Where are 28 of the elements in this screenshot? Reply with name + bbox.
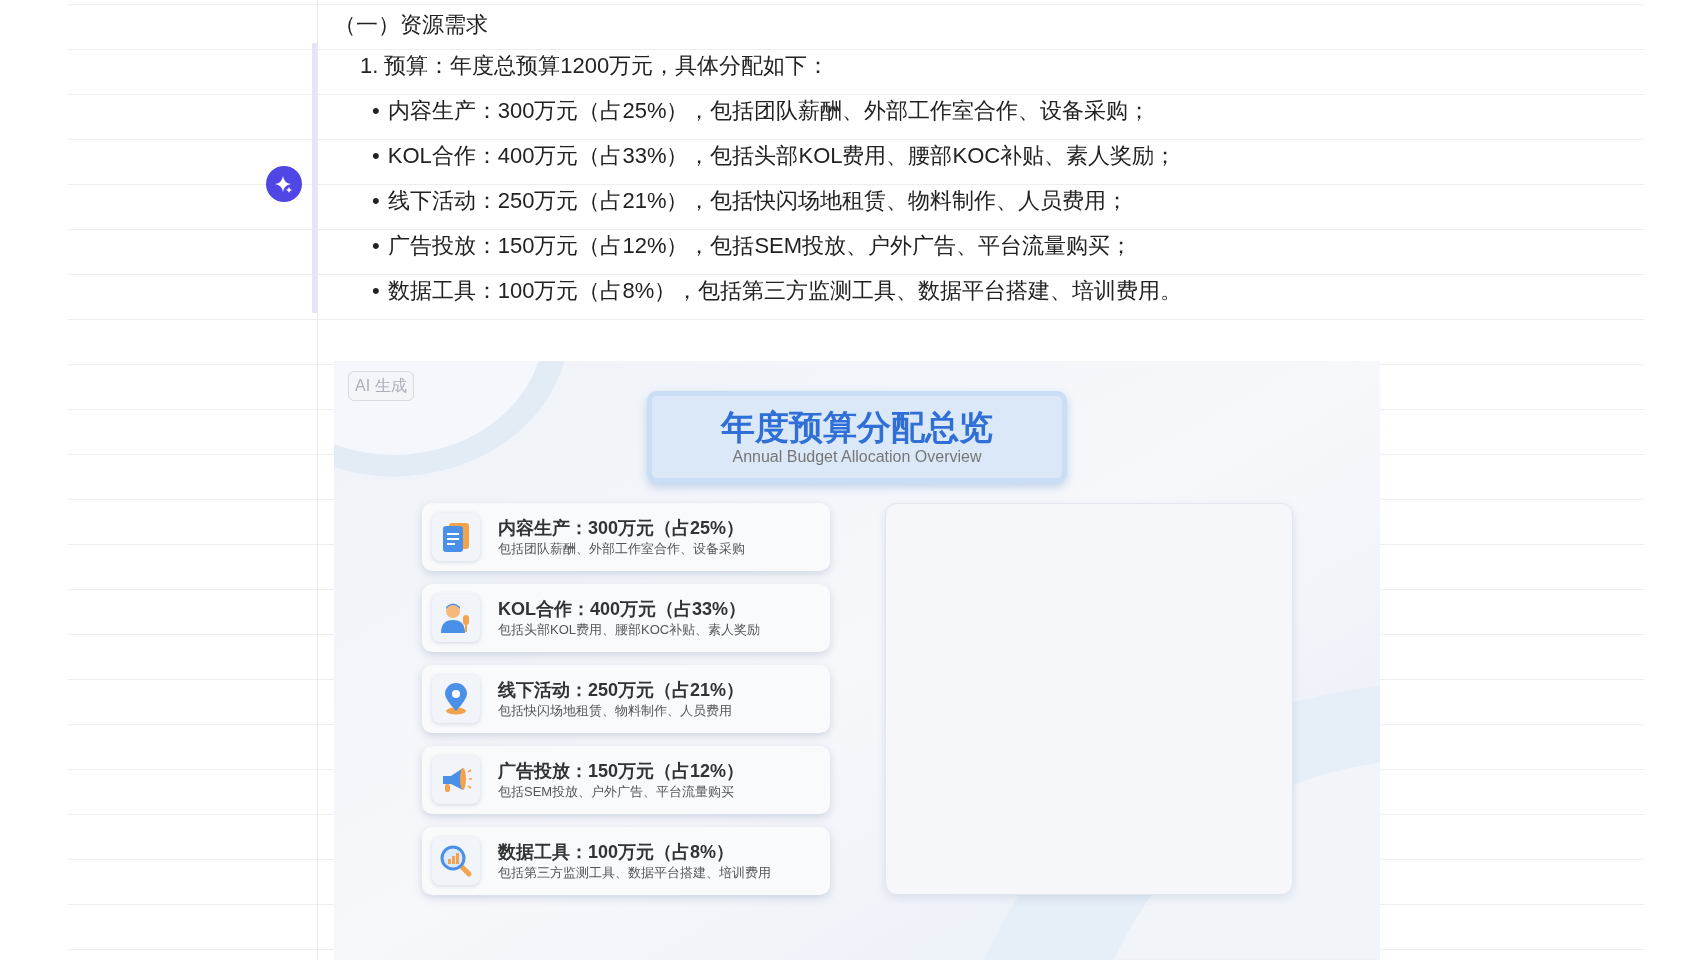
- card-description: 包括SEM投放、户外广告、平台流量购买: [498, 783, 736, 802]
- list-number: 1.: [360, 52, 379, 81]
- bullet-marker: •: [372, 277, 380, 306]
- card-title: 内容生产：300万元（占25%）: [498, 517, 745, 541]
- image-subtitle: Annual Budget Allocation Overview: [732, 447, 982, 468]
- bullet-marker: •: [372, 232, 380, 261]
- ai-generated-badge: AI 生成: [348, 371, 414, 402]
- card-description: 包括快闪场地租赁、物料制作、人员费用: [498, 702, 733, 721]
- card-title: 广告投放：150万元（占12%）: [498, 760, 745, 784]
- card-title: 数据工具：100万元（占8%）: [498, 841, 736, 865]
- card-title: 线下活动：250万元（占21%）: [498, 679, 745, 703]
- bullet-text: 广告投放：150万元（占12%），包括SEM投放、户外广告、平台流量购买；: [387, 232, 1133, 261]
- image-title: 年度预算分配总览: [721, 407, 993, 448]
- card-description: 包括第三方监测工具、数据平台搭建、培训费用: [498, 864, 771, 883]
- section-heading: （一）资源需求: [334, 10, 488, 39]
- bullet-marker: •: [372, 187, 380, 216]
- bullet-marker: •: [372, 142, 380, 171]
- ai-sparkle-button[interactable]: [266, 166, 302, 202]
- bullet-text: 线下活动：250万元（占21%），包括快闪场地租赁、物料制作、人员费用；: [387, 187, 1129, 216]
- bullet-text: 内容生产：300万元（占25%），包括团队薪酬、外部工作室合作、设备采购；: [387, 97, 1151, 126]
- magnifier-chart-icon: [439, 844, 473, 879]
- bullet-text: KOL合作：400万元（占33%），包括头部KOL费用、腰部KOC补贴、素人奖励；: [387, 142, 1177, 171]
- card-title: KOL合作：400万元（占33%）: [498, 598, 748, 622]
- list-item-text: 预算：年度总预算1200万元，具体分配如下：: [384, 52, 830, 81]
- bullet-marker: •: [372, 97, 380, 126]
- card-description: 包括头部KOL费用、腰部KOC补贴、素人奖励: [498, 621, 761, 640]
- bullet-text: 数据工具：100万元（占8%），包括第三方监测工具、数据平台搭建、培训费用。: [387, 277, 1183, 306]
- card-description: 包括团队薪酬、外部工作室合作、设备采购: [498, 540, 745, 559]
